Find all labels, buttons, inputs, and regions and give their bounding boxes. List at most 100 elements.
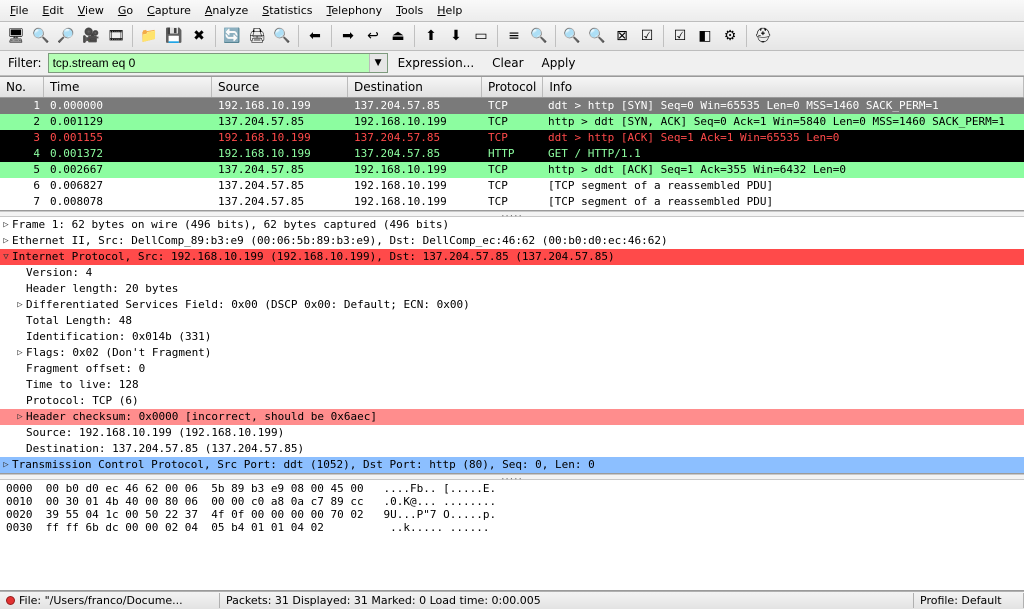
cell-no: 2 xyxy=(0,114,44,130)
toolbar-button-9[interactable]: 🖨 xyxy=(245,24,269,48)
menu-item-view[interactable]: View xyxy=(72,2,110,19)
cell-info: http > ddt [ACK] Seq=1 Ack=355 Win=6432 … xyxy=(542,162,1024,178)
col-header-no[interactable]: No. xyxy=(0,77,44,97)
packet-row[interactable]: 30.001155192.168.10.199137.204.57.85TCPd… xyxy=(0,130,1024,146)
tree-node[interactable]: Total Length: 48 xyxy=(0,313,1024,329)
tree-node-text: Protocol: TCP (6) xyxy=(26,393,139,409)
packet-row[interactable]: 60.006827137.204.57.85192.168.10.199TCP[… xyxy=(0,178,1024,194)
cell-destination: 192.168.10.199 xyxy=(348,114,482,130)
toolbar-button-19[interactable]: 🔍 xyxy=(527,24,551,48)
packet-row[interactable]: 70.008078137.204.57.85192.168.10.199TCP[… xyxy=(0,194,1024,210)
tree-node[interactable]: Header length: 20 bytes xyxy=(0,281,1024,297)
status-profile[interactable]: Profile: Default xyxy=(914,593,1024,608)
toolbar-button-5[interactable]: 📁 xyxy=(137,24,161,48)
menubar: FileEditViewGoCaptureAnalyzeStatisticsTe… xyxy=(0,0,1024,22)
col-header-protocol[interactable]: Protocol xyxy=(482,77,543,97)
status-file-text: File: "/Users/franco/Docume... xyxy=(19,594,183,607)
tree-node-text: Differentiated Services Field: 0x00 (DSC… xyxy=(26,297,470,313)
toolbar-button-0[interactable]: 🖥 xyxy=(4,24,28,48)
toolbar-button-21[interactable]: 🔍 xyxy=(585,24,609,48)
tree-twisty-icon[interactable]: ▷ xyxy=(0,233,12,249)
toolbar-button-22[interactable]: ⊠ xyxy=(610,24,634,48)
tree-node-text: Fragment offset: 0 xyxy=(26,361,145,377)
cell-protocol: TCP xyxy=(482,130,542,146)
tree-node[interactable]: Destination: 137.204.57.85 (137.204.57.8… xyxy=(0,441,1024,457)
menu-item-tools[interactable]: Tools xyxy=(390,2,429,19)
tree-twisty-icon[interactable]: ▷ xyxy=(0,457,12,473)
cell-time: 0.001155 xyxy=(44,130,212,146)
tree-node-text: Transmission Control Protocol, Src Port:… xyxy=(12,457,595,473)
filter-clear-button[interactable]: Clear xyxy=(484,54,531,72)
toolbar-button-18[interactable]: ≡ xyxy=(502,24,526,48)
toolbar-button-13[interactable]: ↩ xyxy=(361,24,385,48)
toolbar-button-6[interactable]: 💾 xyxy=(162,24,186,48)
tree-twisty-icon[interactable]: ▽ xyxy=(0,249,12,265)
col-header-destination[interactable]: Destination xyxy=(348,77,482,97)
toolbar-button-25[interactable]: ◧ xyxy=(693,24,717,48)
toolbar-button-12[interactable]: ➡ xyxy=(336,24,360,48)
tree-node[interactable]: Source: 192.168.10.199 (192.168.10.199) xyxy=(0,425,1024,441)
cell-time: 0.006827 xyxy=(44,178,212,194)
tree-node[interactable]: Version: 4 xyxy=(0,265,1024,281)
filter-apply-button[interactable]: Apply xyxy=(534,54,584,72)
tree-node-text: Internet Protocol, Src: 192.168.10.199 (… xyxy=(12,249,615,265)
tree-node[interactable]: ▷Flags: 0x02 (Don't Fragment) xyxy=(0,345,1024,361)
col-header-info[interactable]: Info xyxy=(543,77,1024,97)
tree-twisty-icon[interactable]: ▷ xyxy=(14,345,26,361)
menu-item-telephony[interactable]: Telephony xyxy=(321,2,389,19)
tree-node-text: Source: 192.168.10.199 (192.168.10.199) xyxy=(26,425,284,441)
toolbar-button-4[interactable]: 🎞 xyxy=(104,24,128,48)
toolbar-button-10[interactable]: 🔍 xyxy=(270,24,294,48)
tree-node[interactable]: Fragment offset: 0 xyxy=(0,361,1024,377)
packet-row[interactable]: 20.001129137.204.57.85192.168.10.199TCPh… xyxy=(0,114,1024,130)
toolbar-button-15[interactable]: ⬆ xyxy=(419,24,443,48)
tree-node[interactable]: Identification: 0x014b (331) xyxy=(0,329,1024,345)
tree-node[interactable]: ▷Ethernet II, Src: DellComp_89:b3:e9 (00… xyxy=(0,233,1024,249)
toolbar-button-8[interactable]: 🔄 xyxy=(220,24,244,48)
col-header-time[interactable]: Time xyxy=(44,77,212,97)
tree-node-text: Header checksum: 0x0000 [incorrect, shou… xyxy=(26,409,377,425)
toolbar-button-23[interactable]: ☑ xyxy=(635,24,659,48)
toolbar-button-24[interactable]: ☑ xyxy=(668,24,692,48)
packet-row[interactable]: 10.000000192.168.10.199137.204.57.85TCPd… xyxy=(0,98,1024,114)
tree-twisty-icon[interactable]: ▷ xyxy=(14,297,26,313)
tree-node[interactable]: ▷Header checksum: 0x0000 [incorrect, sho… xyxy=(0,409,1024,425)
tree-node[interactable]: Protocol: TCP (6) xyxy=(0,393,1024,409)
toolbar-button-2[interactable]: 🔎 xyxy=(54,24,78,48)
toolbar-button-27[interactable]: ⛑ xyxy=(751,24,775,48)
packet-list-header: No. Time Source Destination Protocol Inf… xyxy=(0,77,1024,98)
cell-info: GET / HTTP/1.1 xyxy=(542,146,1024,162)
tree-node[interactable]: ▽Internet Protocol, Src: 192.168.10.199 … xyxy=(0,249,1024,265)
tree-twisty-icon[interactable]: ▷ xyxy=(14,409,26,425)
tree-twisty-icon[interactable]: ▷ xyxy=(0,217,12,233)
filter-input[interactable] xyxy=(49,54,369,72)
menu-item-help[interactable]: Help xyxy=(431,2,468,19)
menu-item-analyze[interactable]: Analyze xyxy=(199,2,254,19)
toolbar-button-26[interactable]: ⚙ xyxy=(718,24,742,48)
toolbar-button-1[interactable]: 🔍 xyxy=(29,24,53,48)
menu-item-go[interactable]: Go xyxy=(112,2,139,19)
filter-expression-button[interactable]: Expression... xyxy=(390,54,483,72)
tree-node[interactable]: ▷Differentiated Services Field: 0x00 (DS… xyxy=(0,297,1024,313)
toolbar-button-16[interactable]: ⬇ xyxy=(444,24,468,48)
tree-node[interactable]: ▷Transmission Control Protocol, Src Port… xyxy=(0,457,1024,473)
tree-node[interactable]: Time to live: 128 xyxy=(0,377,1024,393)
col-header-source[interactable]: Source xyxy=(212,77,348,97)
packet-row[interactable]: 40.001372192.168.10.199137.204.57.85HTTP… xyxy=(0,146,1024,162)
toolbar-button-17[interactable]: ▭ xyxy=(469,24,493,48)
menu-item-edit[interactable]: Edit xyxy=(36,2,69,19)
menu-item-capture[interactable]: Capture xyxy=(141,2,197,19)
menu-item-file[interactable]: File xyxy=(4,2,34,19)
menu-item-statistics[interactable]: Statistics xyxy=(256,2,318,19)
packet-row[interactable]: 50.002667137.204.57.85192.168.10.199TCPh… xyxy=(0,162,1024,178)
expert-info-icon[interactable] xyxy=(6,596,15,605)
tree-node[interactable]: ▷Frame 1: 62 bytes on wire (496 bits), 6… xyxy=(0,217,1024,233)
toolbar-button-11[interactable]: ⬅ xyxy=(303,24,327,48)
toolbar-button-20[interactable]: 🔍 xyxy=(560,24,584,48)
toolbar-button-14[interactable]: ⏏ xyxy=(386,24,410,48)
filter-dropdown[interactable]: ▼ xyxy=(369,54,387,72)
toolbar-button-7[interactable]: ✖ xyxy=(187,24,211,48)
cell-no: 3 xyxy=(0,130,44,146)
toolbar-button-3[interactable]: 🎥 xyxy=(79,24,103,48)
toolbar: 🖥🔍🔎🎥🎞📁💾✖🔄🖨🔍⬅➡↩⏏⬆⬇▭≡🔍🔍🔍⊠☑☑◧⚙⛑ xyxy=(0,22,1024,51)
